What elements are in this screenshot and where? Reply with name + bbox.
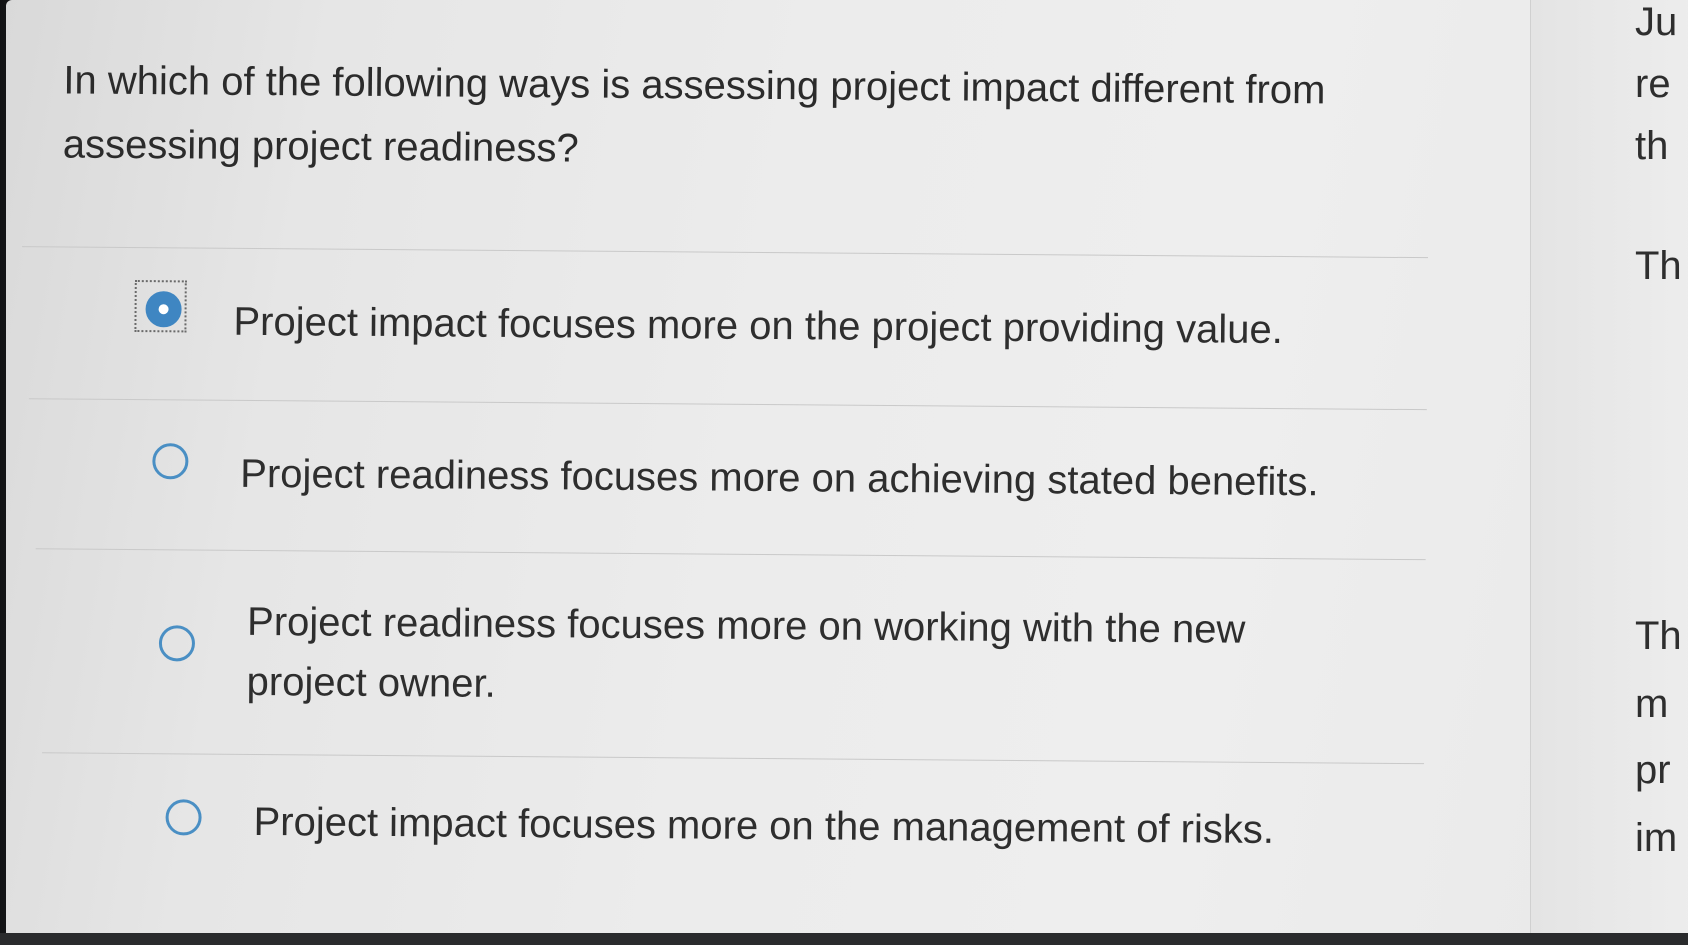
divider xyxy=(28,398,1427,411)
option-label: Project readiness focuses more on workin… xyxy=(246,599,1246,706)
divider xyxy=(35,548,1426,561)
option-2[interactable]: Project readiness focuses more on achiev… xyxy=(152,443,1319,512)
quiz-panel: In which of the following ways is assess… xyxy=(0,0,1530,945)
option-label: Project readiness focuses more on achiev… xyxy=(240,451,1319,505)
option-3[interactable]: Project readiness focuses more on workin… xyxy=(158,591,1347,720)
side-text-fragment: pr xyxy=(1635,748,1671,792)
radio-button[interactable] xyxy=(165,799,202,836)
side-text-fragment: th xyxy=(1635,124,1669,168)
radio-button[interactable] xyxy=(152,443,189,480)
side-text-fragment: Th xyxy=(1635,614,1682,658)
radio-button[interactable] xyxy=(158,625,196,662)
side-text-fragment: Th xyxy=(1635,244,1682,288)
option-label: Project impact focuses more on the proje… xyxy=(233,299,1284,353)
divider xyxy=(22,246,1429,259)
question-text: In which of the following ways is assess… xyxy=(62,58,1326,171)
radio-button-selected[interactable] xyxy=(145,291,182,328)
radio-wrap xyxy=(134,280,187,333)
radio-wrap xyxy=(165,799,202,836)
side-text-fragment: im xyxy=(1635,816,1678,860)
screen: In which of the following ways is assess… xyxy=(6,0,1688,933)
divider xyxy=(42,752,1425,765)
side-text-fragment: Ju xyxy=(1635,0,1678,44)
side-text-fragment: re xyxy=(1635,62,1671,106)
side-text-fragment: m xyxy=(1635,682,1669,726)
radio-wrap xyxy=(152,443,189,480)
option-1[interactable]: Project impact focuses more on the proje… xyxy=(134,280,1284,360)
side-panel: Ju re th Th Th m pr im xyxy=(1530,0,1688,933)
option-4[interactable]: Project impact focuses more on the manag… xyxy=(165,791,1274,860)
option-label: Project impact focuses more on the manag… xyxy=(253,799,1275,852)
radio-wrap xyxy=(158,625,196,662)
